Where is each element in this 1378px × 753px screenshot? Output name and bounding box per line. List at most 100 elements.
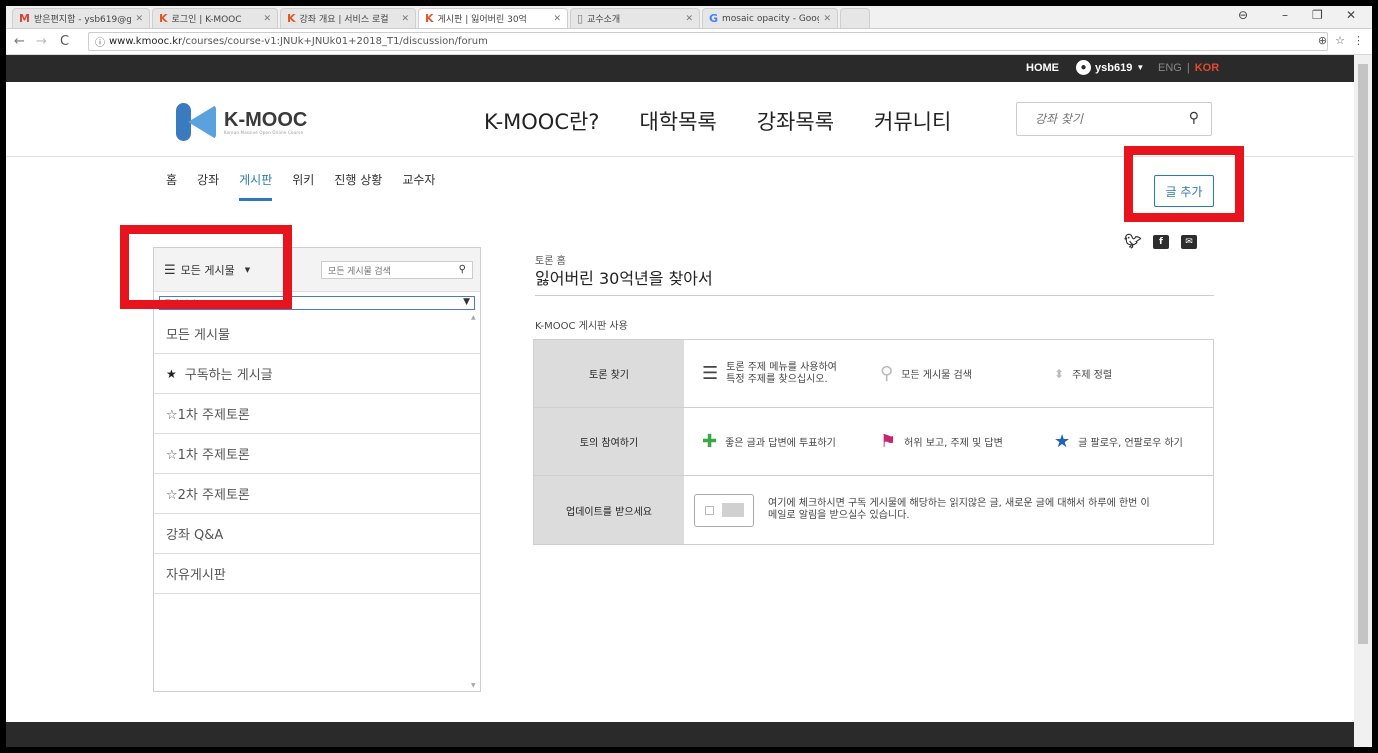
browser-tab-professor[interactable]: ▯ 교수소개 ✕ bbox=[570, 8, 700, 28]
tab-bar: M 받은편지함 - ysb619@g ✕ K 로그인 | K-MOOC ✕ K … bbox=[6, 6, 1372, 29]
close-icon[interactable]: ✕ bbox=[263, 14, 271, 24]
tab-title: 받은편지함 - ysb619@g bbox=[33, 15, 132, 25]
back-icon[interactable]: ← bbox=[14, 34, 25, 49]
sidebar-scrollbar[interactable]: ▲ ▼ bbox=[471, 314, 479, 689]
guide-cell: ★ 글 팔로우, 언팔로우 하기 bbox=[1054, 408, 1183, 475]
list-item[interactable]: ☆1차 주제토론 bbox=[154, 434, 480, 474]
list-item[interactable]: ☆1차 주제토론 bbox=[154, 394, 480, 434]
highlight-box bbox=[1124, 146, 1244, 222]
bookmark-star-icon[interactable]: ☆ bbox=[1335, 34, 1345, 47]
topic-label: 자유게시판 bbox=[166, 568, 226, 583]
new-tab-button[interactable] bbox=[840, 8, 870, 28]
list-item[interactable]: ☆2차 주제토론 bbox=[154, 474, 480, 514]
social-share: 🐦︎ f ✉ bbox=[1124, 234, 1197, 250]
reload-icon[interactable]: C bbox=[60, 34, 69, 49]
topic-label: ☆2차 주제토론 bbox=[166, 488, 250, 503]
site-footer bbox=[6, 722, 1354, 747]
kmooc-icon: K bbox=[287, 12, 296, 25]
list-item[interactable]: 강좌 Q&A bbox=[154, 514, 480, 554]
google-icon: G bbox=[709, 12, 719, 25]
browser-menu-icon[interactable]: ⋮ bbox=[1353, 34, 1364, 47]
forum-sidebar: ☰ 모든 게시물 ▼ ⚲ ▼ 모든 게시물 ★구독하는 게시글 ☆1차 주제토론… bbox=[153, 247, 481, 692]
list-item[interactable]: 자유게시판 bbox=[154, 554, 480, 594]
guide-text: 여기에 체크하시면 구독 게시물에 해당하는 읽지않은 글, 새로운 글에 대해… bbox=[768, 498, 1150, 521]
search-icon[interactable]: ⚲ bbox=[459, 264, 466, 275]
info-icon[interactable]: ⓘ bbox=[95, 34, 105, 49]
facebook-icon[interactable]: f bbox=[1153, 235, 1169, 249]
close-window-icon[interactable]: ✕ bbox=[1346, 8, 1356, 22]
guide-text: 글 팔로우, 언팔로우 하기 bbox=[1078, 438, 1183, 449]
tab-wiki[interactable]: 위키 bbox=[292, 171, 314, 201]
guide-row: 토론 찾기 ☰ 토론 주제 메뉴를 사용하여 특정 주제를 찾으십시오. ⚲ 모든… bbox=[534, 340, 1213, 408]
close-icon[interactable]: ✕ bbox=[823, 14, 831, 24]
url-host: www.kmooc.kr bbox=[109, 36, 183, 47]
tab-title: 강좌 개요 | 서비스 로컬 bbox=[299, 15, 389, 25]
home-link[interactable]: HOME bbox=[1026, 62, 1059, 74]
nav-courses[interactable]: 강좌목록 bbox=[757, 106, 834, 136]
guide-row-label: 토의 참여하기 bbox=[534, 408, 684, 475]
top-bar: HOME ● ysb619 ▼ ENG | KOR bbox=[6, 55, 1354, 82]
list-item[interactable]: ★ 구독하는 게시글 bbox=[154, 354, 480, 394]
howto-title: K-MOOC 게시판 사용 bbox=[535, 321, 628, 332]
url-path: /courses/course-v1:JNUk+JNUk01+2018_T1/d… bbox=[182, 36, 488, 47]
browser-tab-login[interactable]: K 로그인 | K-MOOC ✕ bbox=[152, 8, 278, 28]
star-icon: ★ bbox=[166, 366, 177, 381]
tab-title: 교수소개 bbox=[587, 15, 621, 25]
email-digest-checkbox[interactable] bbox=[704, 505, 714, 515]
main-nav: K-MOOC란? 대학목록 강좌목록 커뮤니티 bbox=[484, 106, 951, 136]
course-tabs: 홈 강좌 게시판 위키 진행 상황 교수자 bbox=[166, 171, 435, 201]
close-icon[interactable]: ✕ bbox=[401, 14, 409, 24]
lang-eng-link[interactable]: ENG bbox=[1158, 62, 1182, 74]
tab-title: 게시판 | 잃어버린 30억 bbox=[437, 15, 527, 25]
close-icon[interactable]: ✕ bbox=[685, 14, 693, 24]
kmooc-logo[interactable]: K-MOOC Korean Massive Open Online Course bbox=[176, 103, 307, 141]
close-icon[interactable]: ✕ bbox=[553, 14, 561, 24]
sidebar-search-input[interactable] bbox=[328, 264, 448, 277]
course-search-input[interactable] bbox=[1035, 110, 1175, 128]
highlight-box bbox=[120, 225, 292, 309]
star-icon: ★ bbox=[1054, 431, 1071, 452]
zoom-icon[interactable]: ⊕ bbox=[1318, 34, 1327, 47]
guide-text: 모든 게시물 검색 bbox=[901, 370, 972, 381]
close-icon[interactable]: ✕ bbox=[135, 14, 143, 24]
browser-tab-course[interactable]: K 강좌 개요 | 서비스 로컬 ✕ bbox=[280, 8, 416, 28]
tab-course[interactable]: 강좌 bbox=[197, 171, 219, 201]
nav-universities[interactable]: 대학목록 bbox=[639, 106, 716, 136]
topic-label: ☆1차 주제토론 bbox=[166, 408, 250, 423]
browser-tab-forum[interactable]: K 게시판 | 잃어버린 30억 ✕ bbox=[418, 8, 568, 28]
guide-table: 토론 찾기 ☰ 토론 주제 메뉴를 사용하여 특정 주제를 찾으십시오. ⚲ 모든… bbox=[533, 339, 1214, 545]
restore-icon[interactable]: ❐ bbox=[1312, 8, 1323, 22]
tab-home[interactable]: 홈 bbox=[166, 171, 177, 201]
tab-discussion[interactable]: 게시판 bbox=[239, 171, 273, 201]
browser-tab-gmail[interactable]: M 받은편지함 - ysb619@g ✕ bbox=[12, 8, 150, 28]
minimize-icon[interactable]: – bbox=[1282, 8, 1288, 22]
nav-about[interactable]: K-MOOC란? bbox=[484, 106, 599, 136]
user-menu[interactable]: ● ysb619 ▼ bbox=[1076, 60, 1144, 75]
profile-icon[interactable]: ⊖ bbox=[1238, 8, 1248, 22]
logo-subtext: Korean Massive Open Online Course bbox=[224, 129, 304, 135]
guide-text: 허위 보고, 주제 및 답변 bbox=[904, 438, 1003, 449]
guide-text: 주제 정렬 bbox=[1072, 370, 1113, 381]
nav-community[interactable]: 커뮤니티 bbox=[874, 106, 951, 136]
guide-cell: ⬍ 주제 정렬 bbox=[1054, 340, 1112, 407]
guide-text: 좋은 글과 답변에 투표하기 bbox=[725, 438, 836, 449]
scroll-down-icon[interactable]: ▼ bbox=[471, 682, 476, 689]
email-digest-toggle[interactable] bbox=[694, 493, 754, 527]
browser-tab-google[interactable]: G mosaic opacity - Googl ✕ bbox=[702, 8, 838, 28]
email-icon[interactable]: ✉ bbox=[1181, 235, 1197, 249]
list-item[interactable]: 모든 게시물 bbox=[154, 314, 480, 354]
tab-instructor[interactable]: 교수자 bbox=[402, 171, 435, 201]
tab-progress[interactable]: 진행 상황 bbox=[334, 171, 382, 201]
url-field[interactable]: ⓘ www.kmooc.kr/courses/course-v1:JNUk+JN… bbox=[88, 32, 1328, 51]
lang-kor-link[interactable]: KOR bbox=[1195, 62, 1219, 74]
topic-label: 모든 게시물 bbox=[166, 328, 230, 343]
gmail-icon: M bbox=[19, 12, 30, 25]
twitter-icon[interactable]: 🐦︎ bbox=[1124, 234, 1142, 250]
scroll-up-icon[interactable]: ▲ bbox=[471, 314, 476, 321]
guide-row: 토의 참여하기 ✚ 좋은 글과 답변에 투표하기 ⚑ 허위 보고, 주제 및 답… bbox=[534, 408, 1213, 476]
topic-label: 구독하는 게시글 bbox=[184, 368, 273, 383]
page-scrollbar-thumb[interactable] bbox=[1358, 64, 1368, 644]
forward-icon[interactable]: → bbox=[36, 34, 47, 49]
guide-cell: 여기에 체크하시면 구독 게시물에 해당하는 읽지않은 글, 새로운 글에 대해… bbox=[694, 476, 1150, 544]
search-icon[interactable]: ⚲ bbox=[1189, 110, 1199, 126]
